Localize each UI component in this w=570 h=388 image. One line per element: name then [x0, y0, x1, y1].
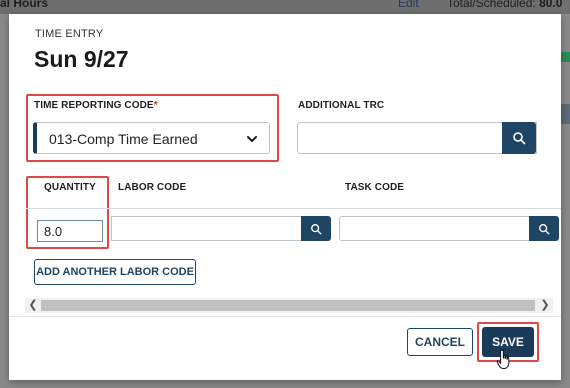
labor-code-input[interactable]: [111, 216, 301, 241]
trc-select-value: 013-Comp Time Earned: [49, 131, 198, 147]
additional-trc-search-button[interactable]: [502, 122, 536, 154]
scroll-left-icon[interactable]: ❮: [27, 299, 39, 311]
additional-trc-label: ADDITIONAL TRC: [298, 100, 385, 111]
task-code-search-button[interactable]: [529, 216, 559, 241]
background-page-title: al Hours: [0, 0, 49, 10]
cancel-button[interactable]: CANCEL: [407, 328, 473, 356]
time-entry-modal: TIME ENTRY Sun 9/27 TIME REPORTING CODE*…: [9, 14, 561, 380]
trc-label: TIME REPORTING CODE*: [34, 100, 158, 111]
search-icon: [311, 223, 322, 234]
modal-title: Sun 9/27: [34, 46, 129, 72]
task-code-column-header: TASK CODE: [345, 182, 405, 193]
additional-trc-input[interactable]: [297, 122, 537, 154]
footer-divider: [9, 316, 561, 317]
background-total-label: Total/Scheduled:: [447, 0, 536, 10]
search-icon: [513, 132, 526, 145]
background-edit-link: Edit: [398, 0, 419, 10]
quantity-input[interactable]: [37, 220, 103, 242]
background-total-scheduled: Total/Scheduled: 80.0: [447, 0, 562, 10]
chevron-down-icon: [247, 136, 257, 142]
task-code-input[interactable]: [339, 216, 529, 241]
trc-select[interactable]: 013-Comp Time Earned: [33, 122, 270, 154]
search-icon: [539, 223, 550, 234]
labor-code-search-button[interactable]: [301, 216, 331, 241]
required-marker: *: [153, 100, 158, 111]
quantity-column-header: QUANTITY: [44, 182, 96, 193]
grid-header-divider: [26, 208, 561, 209]
add-labor-code-button[interactable]: ADD ANOTHER LABOR CODE: [34, 259, 196, 285]
modal-eyebrow: TIME ENTRY: [35, 28, 104, 40]
scroll-right-icon[interactable]: ❯: [539, 299, 551, 311]
scroll-thumb[interactable]: [41, 300, 535, 311]
horizontal-scrollbar[interactable]: ❮ ❯: [25, 298, 553, 313]
labor-code-column-header: LABOR CODE: [118, 182, 187, 193]
background-total-value: 80.0: [539, 0, 563, 10]
hand-pointer-icon: [496, 349, 510, 369]
